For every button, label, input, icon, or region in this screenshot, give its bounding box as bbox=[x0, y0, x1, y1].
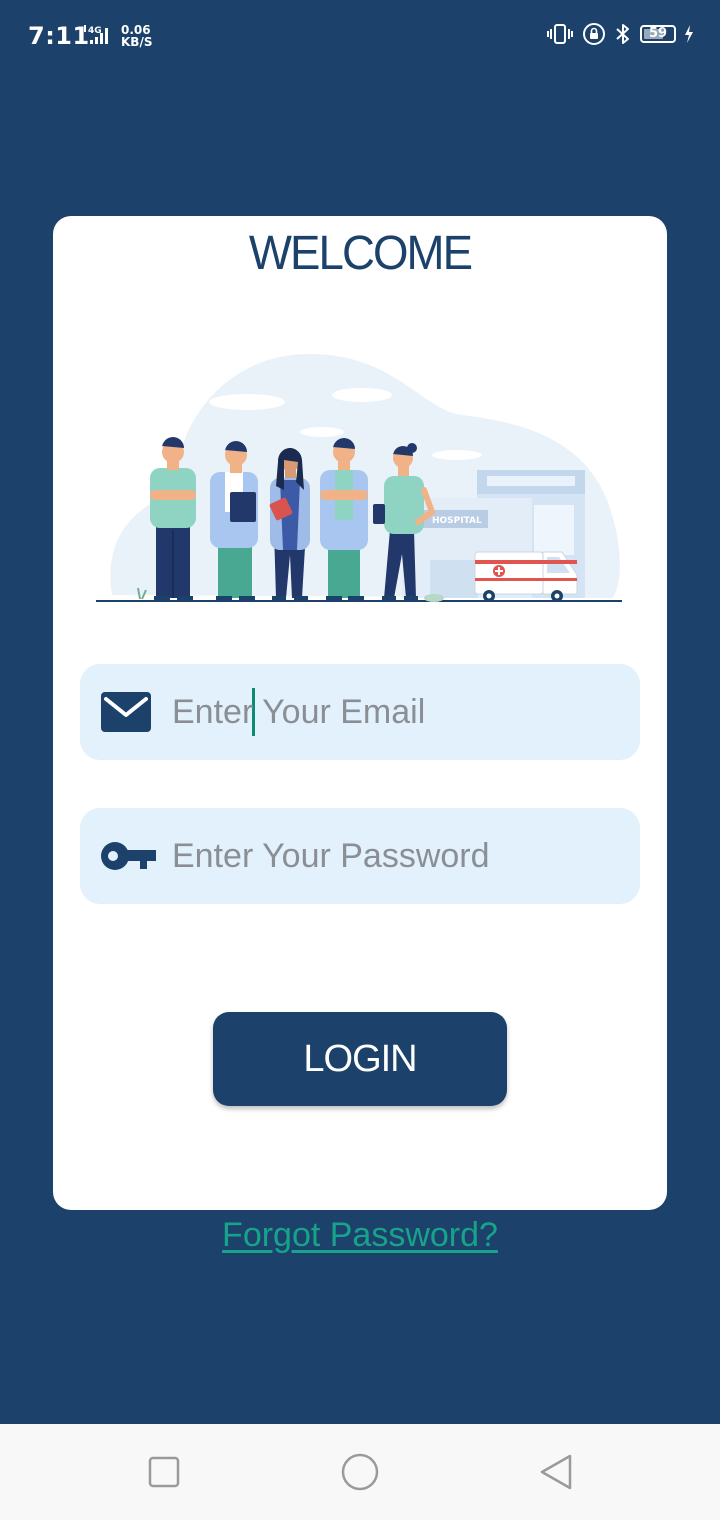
network-speed: 0.06 KB/S bbox=[121, 24, 152, 48]
hospital-illustration: HOSPITAL bbox=[96, 353, 622, 602]
charging-icon bbox=[685, 25, 693, 43]
email-field[interactable] bbox=[80, 664, 640, 760]
email-icon bbox=[101, 692, 151, 732]
back-button[interactable] bbox=[534, 1450, 578, 1494]
home-button[interactable] bbox=[338, 1450, 382, 1494]
status-icons: 59 bbox=[546, 22, 694, 46]
page-title: WELCOME bbox=[248, 227, 473, 280]
network-type: 4G bbox=[88, 26, 102, 36]
hospital-sign: HOSPITAL bbox=[432, 516, 482, 526]
login-button[interactable]: LOGIN bbox=[213, 1012, 507, 1106]
battery-icon: 59 bbox=[640, 25, 676, 43]
key-icon bbox=[101, 842, 156, 870]
forgot-password-link[interactable]: Forgot Password? bbox=[0, 1216, 720, 1255]
navigation-bar bbox=[0, 1424, 720, 1520]
battery-level: 59 bbox=[648, 26, 668, 41]
speed-unit: KB/S bbox=[121, 35, 153, 49]
password-field[interactable] bbox=[80, 808, 640, 904]
home-icon bbox=[341, 1453, 379, 1491]
back-icon bbox=[540, 1454, 572, 1490]
vibrate-icon bbox=[547, 24, 573, 44]
password-input[interactable] bbox=[170, 826, 612, 886]
lock-rotation-icon bbox=[583, 23, 605, 45]
recent-apps-icon bbox=[148, 1456, 180, 1488]
bluetooth-icon bbox=[616, 24, 629, 44]
signal-icon: 4G bbox=[81, 25, 108, 44]
email-input[interactable] bbox=[170, 682, 612, 742]
status-bar: 7:11 4G 0.06 KB/S 59 bbox=[0, 0, 720, 76]
recent-apps-button[interactable] bbox=[142, 1450, 186, 1494]
